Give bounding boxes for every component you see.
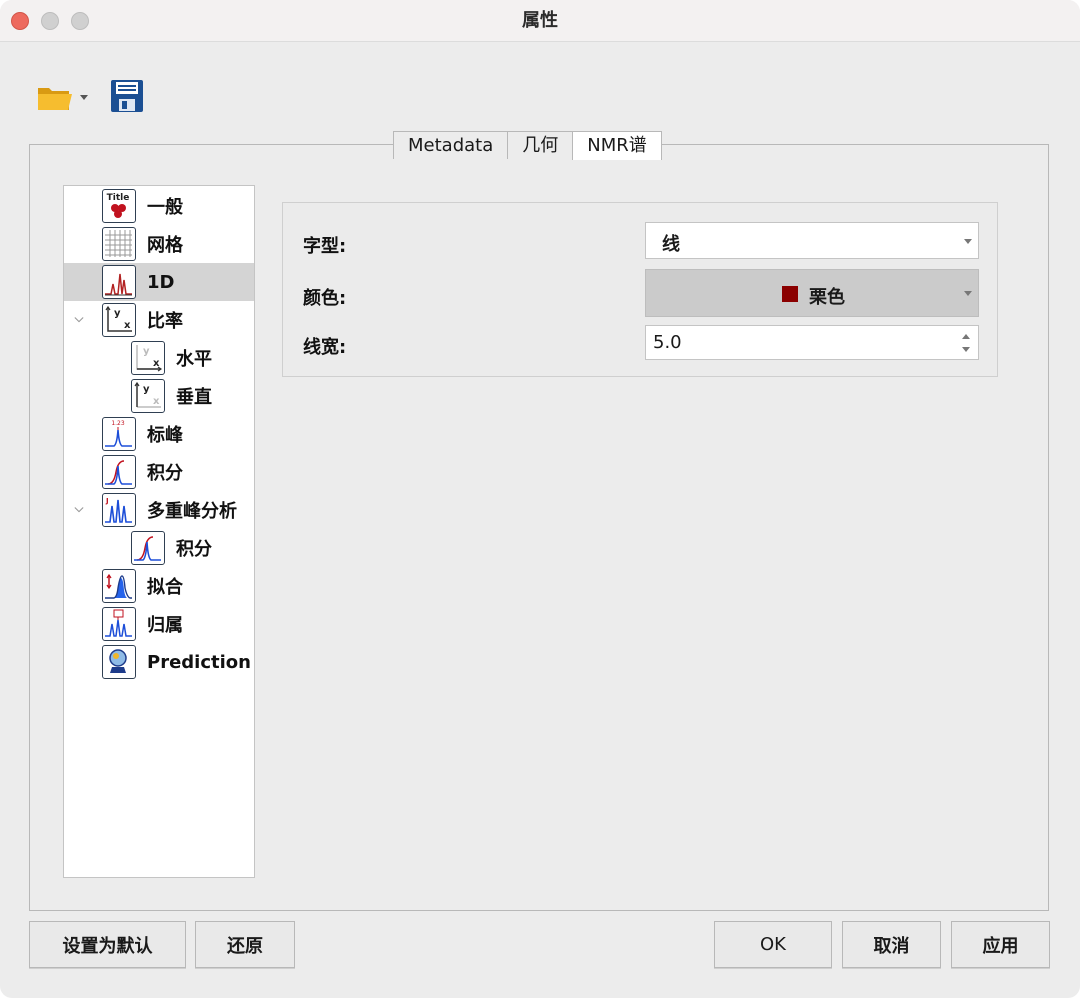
tree-item-1d[interactable]: 1D xyxy=(64,263,254,301)
tree-item-label: 标峰 xyxy=(147,425,183,446)
save-button[interactable] xyxy=(110,79,144,113)
color-value: 栗色 xyxy=(809,287,845,308)
set-as-default-button[interactable]: 设置为默认 xyxy=(29,921,186,968)
tree-item-fitting[interactable]: 拟合 xyxy=(64,567,254,605)
svg-text:x: x xyxy=(153,396,160,407)
apply-button[interactable]: 应用 xyxy=(951,921,1050,968)
line-width-spinbox[interactable]: 5.0 xyxy=(645,325,979,360)
spectrum-1d-icon xyxy=(102,265,136,299)
tab-geometry[interactable]: 几何 xyxy=(507,131,574,159)
line-settings-group: 字型: 线 颜色: 栗色 线宽: 5.0 xyxy=(282,202,998,377)
tree-item-grid[interactable]: 网格 xyxy=(64,225,254,263)
cancel-button[interactable]: 取消 xyxy=(842,921,941,968)
tree-item-prediction[interactable]: Prediction xyxy=(64,643,254,681)
assignment-icon xyxy=(102,607,136,641)
tree-item-horizontal[interactable]: y x 水平 xyxy=(64,339,254,377)
chevron-down-icon[interactable] xyxy=(74,315,84,325)
integral-icon xyxy=(131,531,165,565)
svg-text:1.23: 1.23 xyxy=(111,420,125,427)
window-title: 属性 xyxy=(522,10,558,31)
floppy-disk-icon xyxy=(111,80,143,112)
tree-item-label: 垂直 xyxy=(176,387,212,408)
prediction-icon xyxy=(102,645,136,679)
dropdown-arrow-icon xyxy=(964,291,972,296)
multiplet-icon: J xyxy=(102,493,136,527)
tree-item-scale[interactable]: y x 比率 xyxy=(64,301,254,339)
tree-item-label: 比率 xyxy=(147,311,183,332)
folder-icon xyxy=(38,88,88,110)
svg-text:y: y xyxy=(143,346,150,357)
tree-item-integral[interactable]: 积分 xyxy=(64,453,254,491)
line-width-label: 线宽: xyxy=(303,337,347,358)
title-bar: 属性 xyxy=(0,0,1080,42)
horizontal-scale-icon: y x xyxy=(131,341,165,375)
font-label: 字型: xyxy=(303,236,347,257)
svg-text:J: J xyxy=(105,497,109,505)
settings-tree: Title 一般 网格 1D y x 比率 y x 水平 y x 垂直 1.23… xyxy=(63,185,255,878)
spin-up-icon[interactable] xyxy=(962,334,970,339)
properties-dialog: 属性 Metadata 几何 NMR谱 Title 一般 网格 1D y x 比… xyxy=(0,0,1080,998)
dropdown-arrow-icon xyxy=(964,238,972,244)
color-select[interactable]: 栗色 xyxy=(645,269,979,317)
fitting-icon xyxy=(102,569,136,603)
tree-item-label: 多重峰分析 xyxy=(147,501,237,522)
tree-item-label: 一般 xyxy=(147,197,183,218)
tree-item-multiplet-integral[interactable]: 积分 xyxy=(64,529,254,567)
tree-item-label: 1D xyxy=(147,271,175,293)
svg-text:y: y xyxy=(114,308,121,319)
font-style-select[interactable]: 线 xyxy=(645,222,979,259)
scale-icon: y x xyxy=(102,303,136,337)
tree-item-label: 积分 xyxy=(176,539,212,560)
title-icon: Title xyxy=(102,189,136,223)
ok-button[interactable]: OK xyxy=(714,921,832,968)
vertical-scale-icon: y x xyxy=(131,379,165,413)
tree-item-label: 归属 xyxy=(147,615,183,636)
restore-button[interactable]: 还原 xyxy=(195,921,295,968)
tree-item-general[interactable]: Title 一般 xyxy=(64,187,254,225)
color-label: 颜色: xyxy=(303,288,347,309)
color-swatch xyxy=(782,286,798,302)
font-style-value: 线 xyxy=(662,234,680,255)
svg-text:x: x xyxy=(124,320,131,331)
tree-item-label: 网格 xyxy=(147,235,183,256)
line-width-value: 5.0 xyxy=(653,332,682,353)
spin-down-icon[interactable] xyxy=(962,347,970,352)
tree-item-label: 水平 xyxy=(176,349,212,370)
tab-metadata[interactable]: Metadata xyxy=(393,131,509,159)
tree-item-peak-label[interactable]: 1.23 标峰 xyxy=(64,415,254,453)
svg-text:Title: Title xyxy=(107,193,130,203)
toolbar xyxy=(0,42,1080,132)
peak-label-icon: 1.23 xyxy=(102,417,136,451)
chevron-down-icon[interactable] xyxy=(74,505,84,515)
open-button[interactable] xyxy=(36,82,94,112)
grid-icon xyxy=(102,227,136,261)
svg-text:x: x xyxy=(153,358,160,369)
svg-text:y: y xyxy=(143,384,150,395)
tree-item-label: 积分 xyxy=(147,463,183,484)
tab-nmr-spectrum[interactable]: NMR谱 xyxy=(572,131,662,160)
integral-icon xyxy=(102,455,136,489)
tree-item-label: 拟合 xyxy=(147,577,183,598)
tab-bar: Metadata 几何 NMR谱 xyxy=(393,131,662,160)
tree-item-assignment[interactable]: 归属 xyxy=(64,605,254,643)
tree-item-multiplet-analysis[interactable]: J 多重峰分析 xyxy=(64,491,254,529)
tree-item-vertical[interactable]: y x 垂直 xyxy=(64,377,254,415)
tree-item-label: Prediction xyxy=(147,651,251,673)
